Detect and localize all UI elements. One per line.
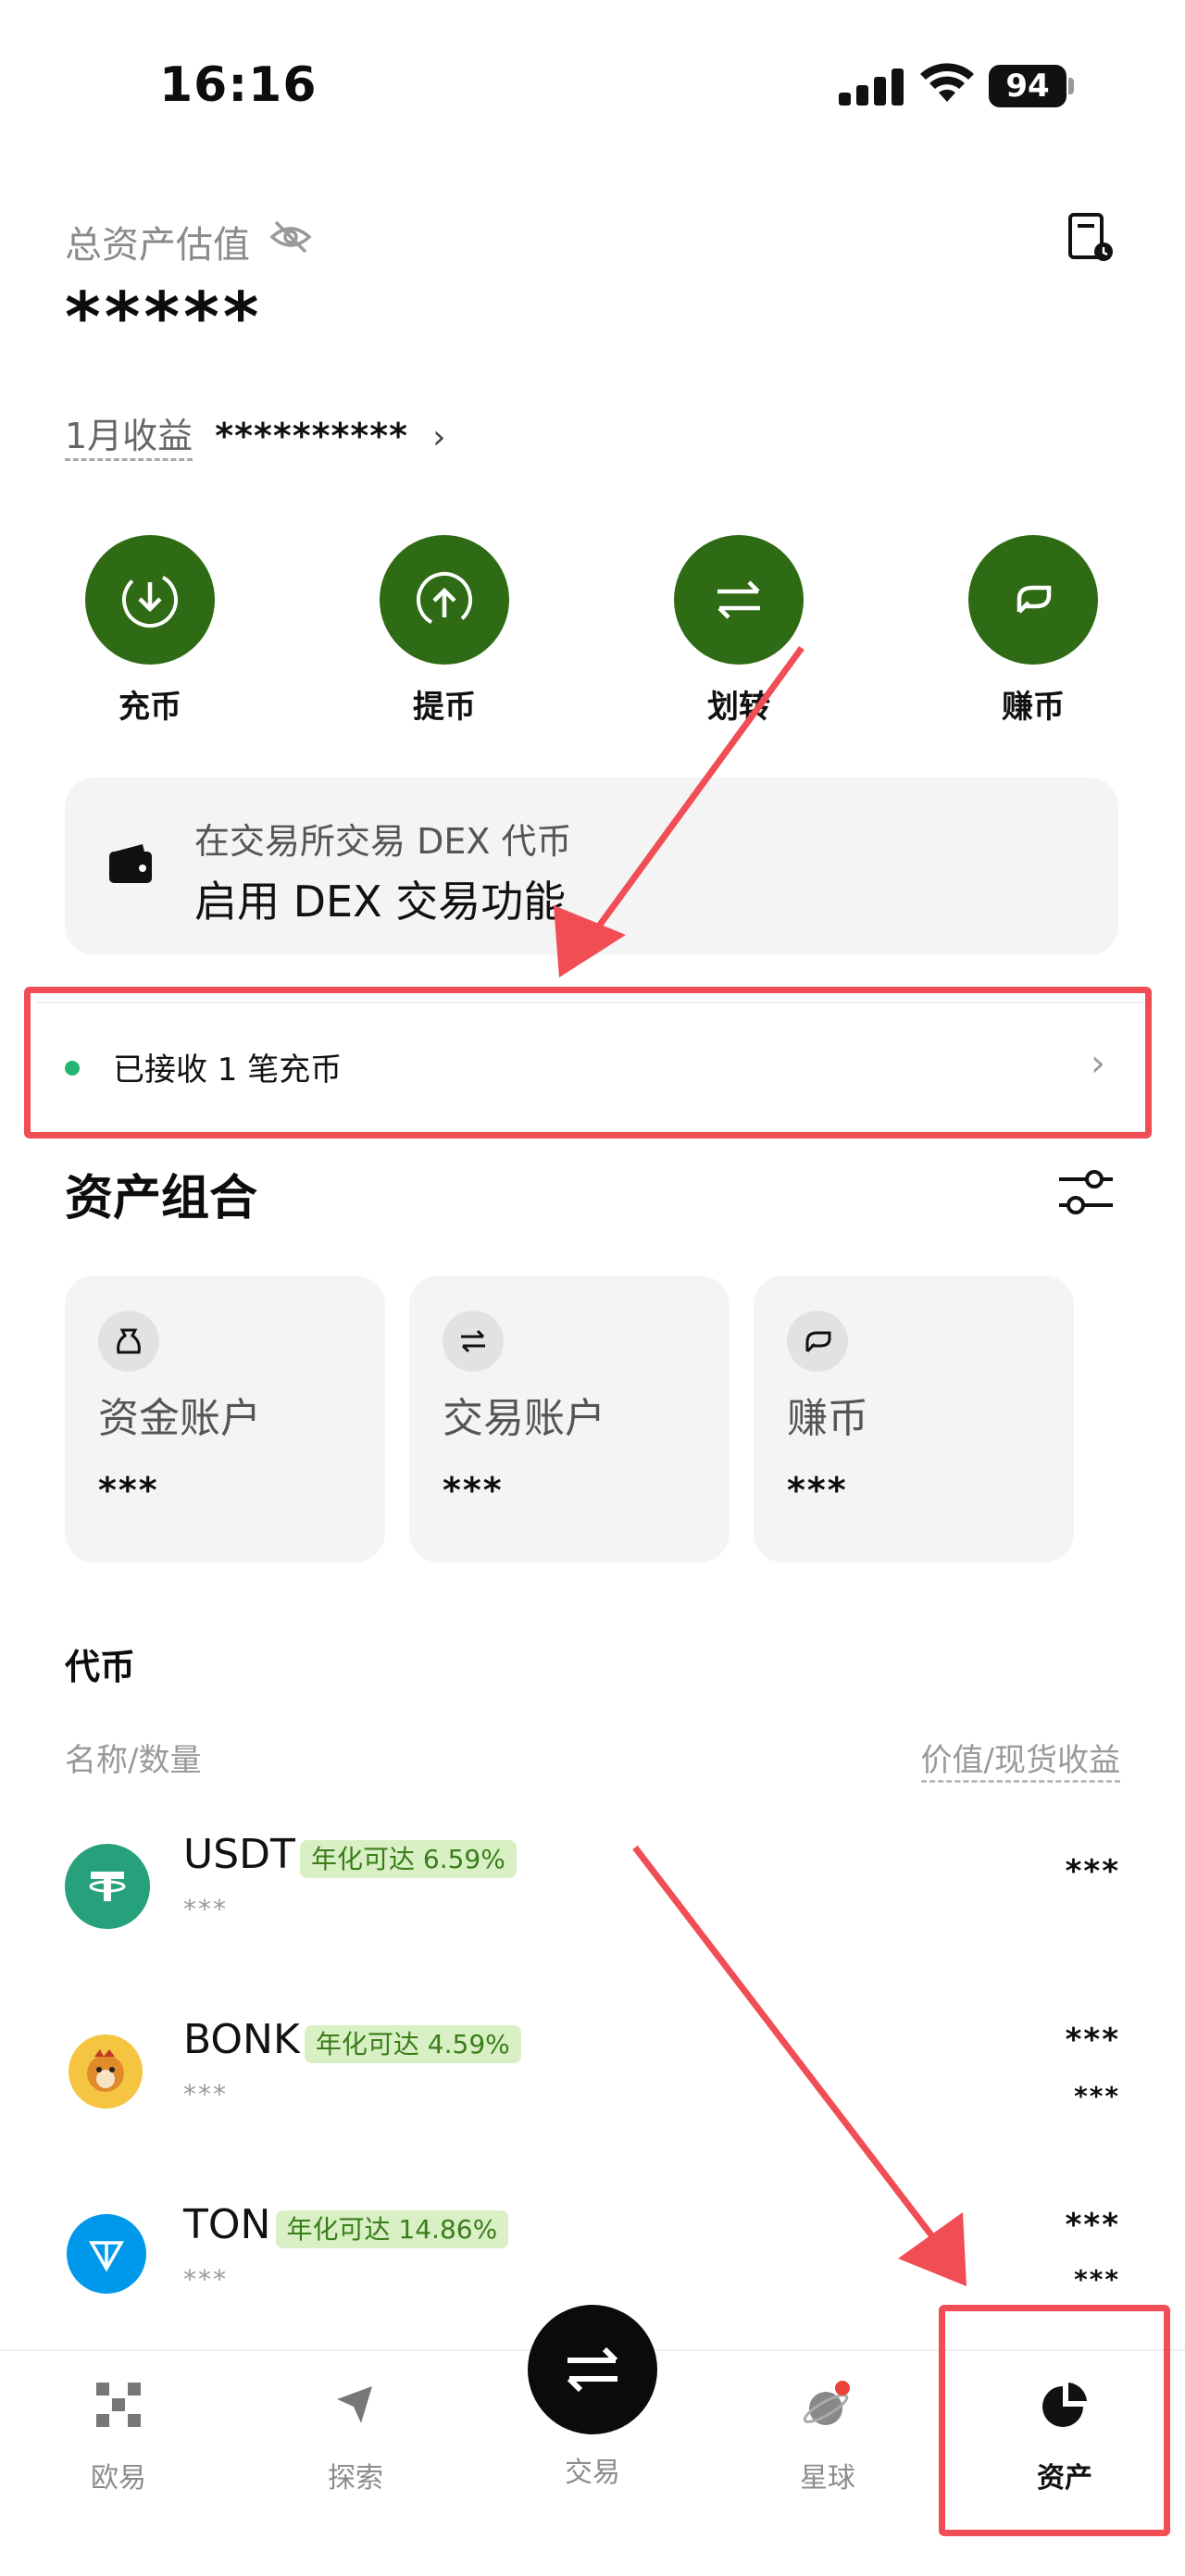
funding-account-card[interactable]: 资金账户 *** <box>65 1276 385 1562</box>
token-amount: *** <box>183 1894 228 1924</box>
tokens-section-title: 代币 <box>65 1647 136 1687</box>
withdraw-label: 提币 <box>413 689 476 726</box>
account-value: *** <box>443 1470 504 1511</box>
eye-off-icon[interactable] <box>268 218 313 255</box>
planet-icon <box>803 2381 850 2425</box>
account-name: 赚币 <box>787 1395 868 1442</box>
ton-logo-icon <box>67 2214 146 2294</box>
account-name: 交易账户 <box>443 1395 605 1442</box>
monthly-earnings-label: 1月收益 <box>65 416 193 461</box>
swap-icon <box>443 1311 504 1372</box>
trade-swap-icon <box>567 2346 618 2393</box>
tab-okx[interactable]: 欧易 <box>44 2379 193 2495</box>
transfer-label: 划转 <box>707 689 770 726</box>
column-header-value[interactable]: 价值/现货收益 <box>920 1735 1120 1783</box>
earn-icon <box>968 535 1098 665</box>
tab-explore[interactable]: 探索 <box>281 2379 430 2495</box>
apy-badge[interactable]: 年化可达 6.59% <box>300 1840 517 1878</box>
total-assets-value: ***** <box>65 278 263 357</box>
okx-logo-icon <box>96 2383 141 2427</box>
total-assets-label: 总资产估值 <box>65 224 250 267</box>
battery-indicator: 94 <box>989 65 1066 107</box>
withdraw-button[interactable]: 提币 <box>380 535 509 727</box>
token-symbol: TON <box>183 2201 271 2248</box>
apy-badge[interactable]: 年化可达 14.86% <box>275 2210 509 2248</box>
wifi-icon <box>920 63 974 102</box>
portfolio-title: 资产组合 <box>65 1171 258 1226</box>
usdt-logo-icon <box>65 1844 150 1929</box>
account-value: *** <box>787 1470 848 1511</box>
deposit-button[interactable]: 充币 <box>85 535 215 727</box>
transfer-icon <box>674 535 804 665</box>
earn-icon <box>787 1311 848 1372</box>
token-value: *** <box>1065 2207 1120 2244</box>
tab-label: 星球 <box>800 2462 855 2495</box>
token-symbol: BONK <box>183 2016 300 2063</box>
account-name: 资金账户 <box>98 1395 261 1442</box>
token-symbol: USDT <box>183 1831 295 1878</box>
chevron-right-icon: › <box>432 418 446 456</box>
annotation-highlight-box <box>24 987 1152 1139</box>
token-value: *** <box>1065 1853 1120 1890</box>
annotation-highlight-box <box>939 2305 1170 2536</box>
apy-badge[interactable]: 年化可达 4.59% <box>304 2025 521 2063</box>
deposit-label: 充币 <box>118 689 181 726</box>
earn-label: 赚币 <box>1002 689 1065 726</box>
token-row-bonk[interactable]: BONK 年化可达 4.59% *** *** *** <box>65 2016 1120 2146</box>
token-amount: *** <box>183 2079 228 2109</box>
dex-subtitle: 在交易所交易 DEX 代币 <box>194 821 572 862</box>
token-pnl: *** <box>1074 2264 1120 2295</box>
token-value: *** <box>1065 2022 1120 2059</box>
transfer-button[interactable]: 划转 <box>674 535 804 727</box>
bonk-logo-icon <box>69 2035 143 2109</box>
token-row-usdt[interactable]: USDT 年化可达 6.59% *** *** <box>65 1831 1120 1960</box>
dex-promo-card[interactable]: 在交易所交易 DEX 代币 启用 DEX 交易功能 <box>65 778 1118 955</box>
deposit-icon <box>85 535 215 665</box>
withdraw-icon <box>380 535 509 665</box>
signal-icon <box>839 67 905 106</box>
trading-account-card[interactable]: 交易账户 *** <box>409 1276 730 1562</box>
token-pnl: *** <box>1074 2081 1120 2111</box>
tab-label: 欧易 <box>91 2462 146 2495</box>
dex-title: 启用 DEX 交易功能 <box>194 877 567 927</box>
wallet-icon <box>109 844 152 883</box>
history-icon[interactable] <box>1066 211 1116 265</box>
monthly-earnings-row[interactable]: 1月收益 ********** › <box>65 407 446 461</box>
token-amount: *** <box>183 2264 228 2295</box>
tab-trade[interactable] <box>528 2305 657 2434</box>
status-time: 16:16 <box>159 57 318 113</box>
battery-tip <box>1068 78 1074 94</box>
tab-label: 交易 <box>565 2457 620 2489</box>
earn-account-card[interactable]: 赚币 *** <box>754 1276 1074 1562</box>
tab-label: 探索 <box>328 2462 383 2495</box>
account-value: *** <box>98 1470 159 1511</box>
monthly-earnings-value: ********** <box>215 416 409 456</box>
compass-icon <box>337 2386 372 2423</box>
tab-planet[interactable]: 星球 <box>754 2379 902 2495</box>
filter-sliders-icon[interactable] <box>1057 1166 1115 1218</box>
column-header-name: 名称/数量 <box>65 1742 202 1779</box>
bag-icon <box>98 1311 159 1372</box>
earn-button[interactable]: 赚币 <box>968 535 1098 727</box>
